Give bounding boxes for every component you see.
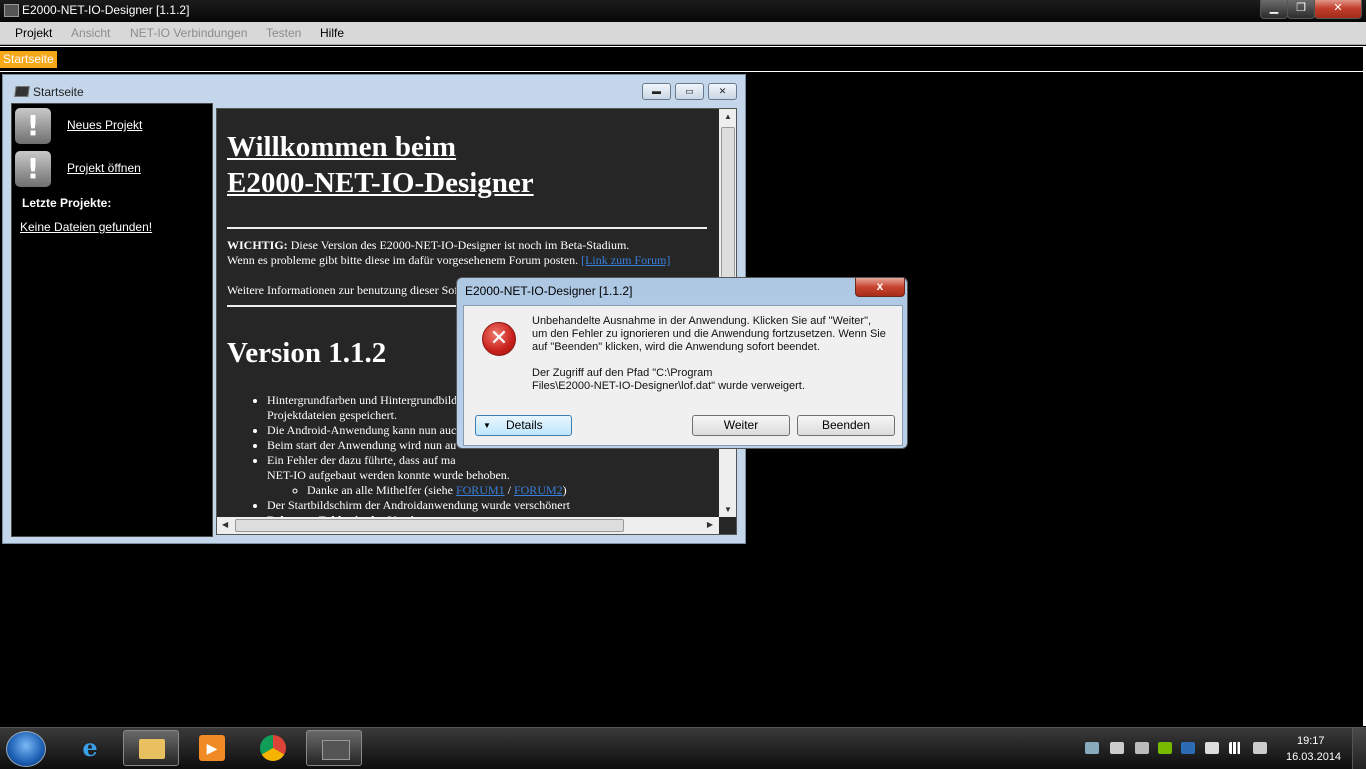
net-io-designer-icon[interactable]	[306, 730, 362, 766]
changelog-item-text: Hintergrundfarben und Hintergrundbild	[267, 393, 458, 407]
menu-bar: Projekt Ansicht NET-IO Verbindungen Test…	[0, 22, 1366, 45]
error-detail-line: Files\E2000-NET-IO-Designer\lof.dat" wur…	[532, 380, 805, 392]
minimize-button[interactable]: ▁	[1260, 0, 1288, 19]
action-center-icon[interactable]	[1205, 742, 1219, 754]
scroll-left-icon[interactable]: ◀	[222, 520, 228, 529]
welcome-heading-line1: Willkommen beim	[227, 131, 457, 163]
no-files-link[interactable]: Keine Dateien gefunden!	[20, 220, 152, 234]
menu-hilfe[interactable]: Hilfe	[320, 26, 344, 40]
changelog-item-text: NET-IO aufgebaut werden konnte wurde beh…	[267, 468, 510, 482]
clock-time[interactable]: 19:17	[1297, 735, 1325, 747]
play-glyph: ▶	[199, 735, 225, 761]
forum2-link[interactable]: FORUM2	[514, 483, 563, 497]
start-button[interactable]	[6, 731, 46, 767]
open-project-link[interactable]: Projekt öffnen	[67, 161, 141, 175]
close-button[interactable]: ✕	[1314, 0, 1362, 19]
chrome-icon[interactable]	[245, 730, 301, 766]
usb-drive-icon[interactable]	[1110, 742, 1124, 754]
thanks-text: Danke an alle Mithelfer (siehe	[307, 483, 456, 497]
media-player-icon[interactable]: ▶	[184, 730, 240, 766]
new-project-icon[interactable]: !	[15, 108, 51, 144]
changelog-item-text: Projektdateien gespeichert.	[267, 408, 397, 422]
forum-text: Wenn es probleme gibt bitte diese im daf…	[227, 253, 582, 267]
explorer-folder-icon[interactable]	[123, 730, 179, 766]
chevron-down-icon: ▼	[483, 421, 491, 430]
menu-ansicht[interactable]: Ansicht	[71, 26, 110, 40]
forum1-link[interactable]: FORUM1	[456, 483, 505, 497]
dialog-body: ✕ Unbehandelte Ausnahme in der Anwendung…	[463, 305, 903, 446]
startseite-window-title: Startseite	[33, 85, 84, 99]
clock-date[interactable]: 16.03.2014	[1286, 751, 1341, 763]
child-maximize-button[interactable]: ▭	[675, 83, 704, 100]
menu-projekt[interactable]: Projekt	[15, 26, 52, 40]
bluetooth-icon[interactable]	[1181, 742, 1195, 754]
important-note: WICHTIG: Diese Version des E2000-NET-IO-…	[227, 238, 707, 253]
new-project-link[interactable]: Neues Projekt	[67, 118, 142, 132]
details-button[interactable]: ▼ Details	[475, 415, 572, 436]
internet-explorer-icon[interactable]: e	[62, 730, 118, 766]
tab-startseite[interactable]: Startseite	[0, 51, 57, 68]
forum-note: Wenn es probleme gibt bitte diese im daf…	[227, 253, 707, 268]
horizontal-scroll-thumb[interactable]	[235, 519, 624, 532]
startseite-window-icon	[14, 86, 30, 97]
start-sidebar: ! Neues Projekt ! Projekt öffnen Letzte …	[11, 103, 213, 537]
list-item: Der Startbildschirm der Androidanwendung…	[267, 498, 707, 513]
thanks-suffix: )	[562, 483, 567, 497]
error-icon: ✕	[482, 322, 516, 356]
signal-icon[interactable]	[1229, 742, 1243, 754]
list-item: Ein Fehler der dazu führte, dass auf maN…	[267, 453, 707, 498]
menu-net-io-verbindungen[interactable]: NET-IO Verbindungen	[130, 26, 247, 40]
changelog-item-text: Ein Fehler der dazu führte, dass auf ma	[267, 453, 456, 467]
main-title-bar: E2000-NET-IO-Designer [1.1.2] ▁ ❐ ✕	[0, 0, 1366, 22]
scroll-up-icon[interactable]: ▲	[724, 112, 732, 121]
chip-glyph	[322, 740, 350, 760]
child-minimize-button[interactable]: ▬	[642, 83, 671, 100]
volume-icon[interactable]	[1253, 742, 1267, 754]
chrome-glyph	[260, 735, 286, 761]
error-dialog: E2000-NET-IO-Designer [1.1.2] x ✕ Unbeha…	[456, 277, 908, 449]
printer-icon[interactable]	[1135, 742, 1149, 754]
scroll-right-icon[interactable]: ▶	[707, 520, 713, 529]
details-label: Details	[506, 418, 543, 432]
quit-button[interactable]: Beenden	[797, 415, 895, 436]
link-separator: /	[504, 483, 514, 497]
taskbar: e ▶ 19:17 16.03.2014	[0, 727, 1366, 769]
network-flag-icon[interactable]	[1085, 742, 1099, 754]
maximize-button[interactable]: ❐	[1287, 0, 1315, 19]
error-detail-line: Der Zugriff auf den Pfad "C:\Program	[532, 367, 713, 379]
app-icon	[4, 4, 19, 17]
dialog-close-button[interactable]: x	[855, 278, 905, 297]
important-label: WICHTIG:	[227, 238, 288, 252]
welcome-heading-line2: E2000-NET-IO-Designer	[227, 167, 534, 199]
error-message-line: Unbehandelte Ausnahme in der Anwendung. …	[532, 315, 872, 327]
nvidia-icon[interactable]	[1158, 742, 1172, 754]
scroll-down-icon[interactable]: ▼	[724, 505, 732, 514]
show-desktop-button[interactable]	[1352, 728, 1366, 769]
important-text: Diese Version des E2000-NET-IO-Designer …	[287, 238, 630, 252]
window-title: E2000-NET-IO-Designer [1.1.2]	[22, 3, 190, 17]
welcome-heading: Willkommen beim E2000-NET-IO-Designer	[227, 129, 707, 201]
error-message-line: um den Fehler zu ignorieren und die Anwe…	[532, 328, 886, 340]
continue-button[interactable]: Weiter	[692, 415, 790, 436]
ie-glyph: e	[82, 733, 98, 762]
menu-testen[interactable]: Testen	[266, 26, 301, 40]
list-item: Danke an alle Mithelfer (siehe FORUM1 / …	[307, 483, 707, 498]
forum-link[interactable]: [Link zum Forum]	[581, 253, 670, 267]
horizontal-scrollbar[interactable]: ◀ ▶	[217, 517, 719, 534]
child-close-button[interactable]: ✕	[708, 83, 737, 100]
error-message-line: auf "Beenden" klicken, wird die Anwendun…	[532, 341, 820, 353]
dialog-title: E2000-NET-IO-Designer [1.1.2]	[465, 284, 633, 298]
document-tab-strip: Startseite	[0, 46, 1366, 72]
folder-glyph	[139, 739, 165, 759]
vertical-scroll-thumb[interactable]	[721, 127, 735, 279]
open-project-icon[interactable]: !	[15, 151, 51, 187]
recent-projects-label: Letzte Projekte:	[22, 196, 112, 210]
